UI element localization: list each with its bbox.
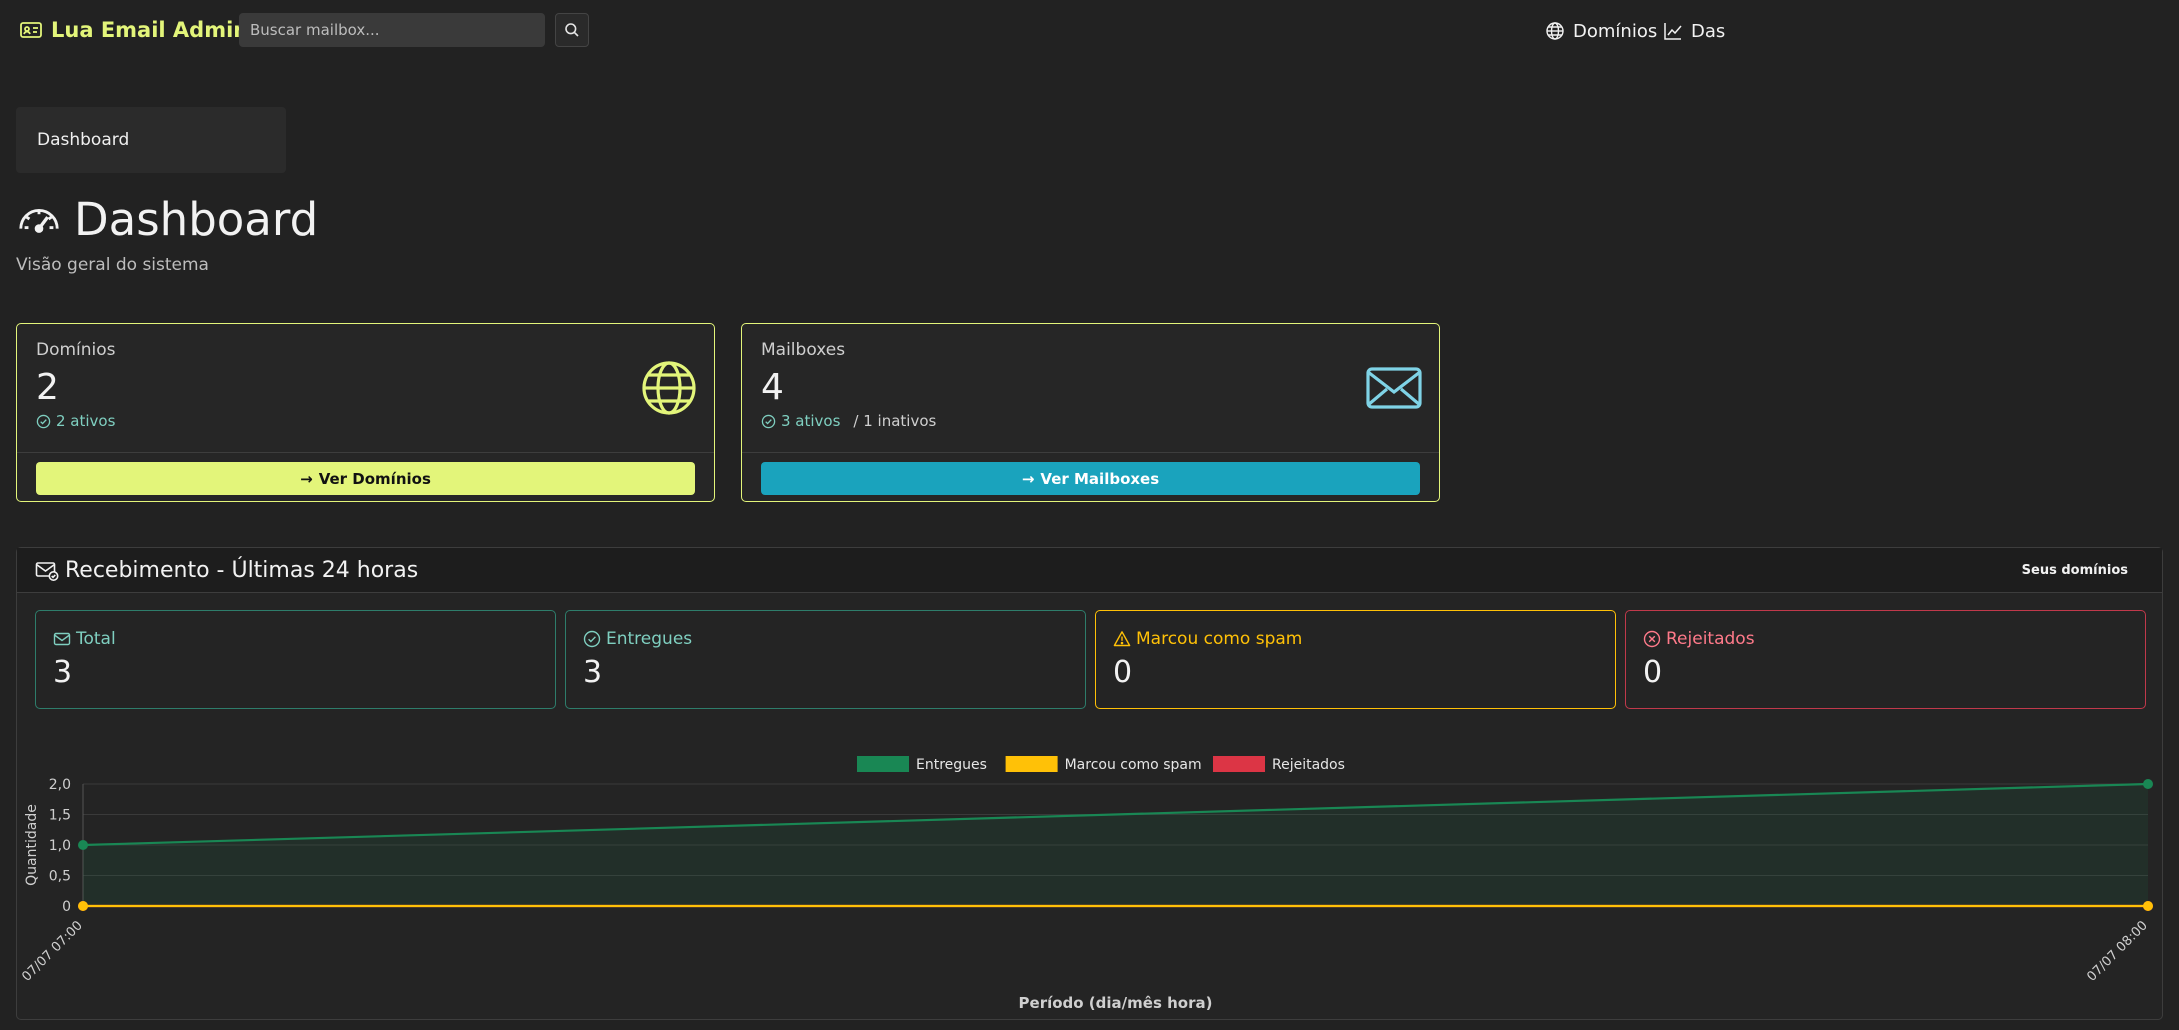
mailboxes-card: Mailboxes 4 3 ativos / 1 inativos → Ver … [741, 323, 1440, 502]
card-divider [17, 452, 714, 453]
y-tick-label: 1,0 [49, 838, 71, 854]
card-divider [742, 452, 1439, 453]
check-circle-icon [36, 414, 51, 428]
domains-card: Domínios 2 2 ativos → Ver Domínios [16, 323, 715, 502]
x-tick-label: 07/07 07:00 [19, 918, 86, 985]
speedometer-icon [19, 209, 59, 233]
globe-icon [642, 361, 696, 415]
globe-icon [1546, 22, 1564, 40]
legend-label: Rejeitados [1272, 757, 1345, 773]
nav-link-dashboard[interactable]: Das [1663, 18, 1725, 44]
chart-line-icon [1664, 23, 1682, 40]
id-card-icon [20, 22, 42, 38]
nav-link-label: Das [1691, 20, 1726, 42]
data-point [78, 901, 88, 911]
mailboxes-count: 4 [761, 367, 784, 408]
brand-link[interactable]: Lua Email Admin [19, 16, 248, 44]
view-mailboxes-button[interactable]: → Ver Mailboxes [761, 462, 1420, 495]
search-button[interactable] [555, 13, 589, 47]
legend-swatch [1213, 756, 1265, 772]
view-domains-button[interactable]: → Ver Domínios [36, 462, 695, 495]
data-point [78, 840, 88, 850]
legend-label: Marcou como spam [1065, 757, 1202, 773]
domains-label: Domínios [36, 340, 116, 360]
y-tick-label: 2,0 [49, 777, 71, 793]
domains-active-text: 2 ativos [56, 412, 116, 430]
legend-swatch [1005, 756, 1058, 772]
mailboxes-label: Mailboxes [761, 340, 846, 360]
y-tick-label: 0 [62, 899, 71, 915]
x-tick-label: 07/07 08:00 [2084, 918, 2151, 985]
domains-active: 2 ativos [36, 412, 115, 430]
nav-link-domains[interactable]: Domínios [1545, 18, 1657, 44]
mailboxes-active-text: 3 ativos [781, 412, 841, 430]
page-title: Dashboard [16, 192, 319, 246]
data-point [2143, 779, 2153, 789]
arrow-right-icon: → [1021, 469, 1035, 488]
check-circle-icon [761, 414, 776, 428]
search-icon [565, 23, 579, 37]
page-subtitle: Visão geral do sistema [16, 255, 209, 275]
data-point [2143, 901, 2153, 911]
navbar: Lua Email Admin Domínios Das [0, 0, 2179, 60]
receiving-line-chart: 0 0,5 1,0 1,5 2,0 07/07 07:00 07/07 08:00 Quant… [19, 756, 2153, 1012]
series-area-entregues [83, 784, 2148, 906]
view-domains-label: Ver Domínios [318, 469, 431, 488]
arrow-right-icon: → [300, 469, 313, 488]
legend-label: Entregues [916, 757, 987, 773]
legend-swatch [857, 756, 909, 772]
view-mailboxes-label: Ver Mailboxes [1040, 469, 1160, 488]
search-input[interactable] [239, 13, 545, 47]
mailboxes-active: 3 ativos / 1 inativos [761, 412, 936, 430]
x-axis-title: Período (dia/mês hora) [1019, 994, 1213, 1012]
mailboxes-inactive-text: / 1 inativos [853, 412, 937, 430]
breadcrumb: Dashboard [16, 107, 286, 173]
y-tick-label: 0,5 [49, 869, 71, 885]
envelope-icon [1366, 367, 1422, 409]
nav-link-label: Domínios [1573, 20, 1658, 42]
y-axis-title: Quantidade [24, 804, 40, 886]
page-title-text: Dashboard [74, 192, 319, 246]
receiving-card: Recebimento - Últimas 24 horas Seus domí… [16, 547, 2163, 1020]
domains-count: 2 [36, 367, 59, 408]
y-tick-label: 1,5 [49, 808, 71, 824]
brand-label: Lua Email Admin [51, 18, 249, 42]
breadcrumb-current: Dashboard [37, 130, 130, 150]
